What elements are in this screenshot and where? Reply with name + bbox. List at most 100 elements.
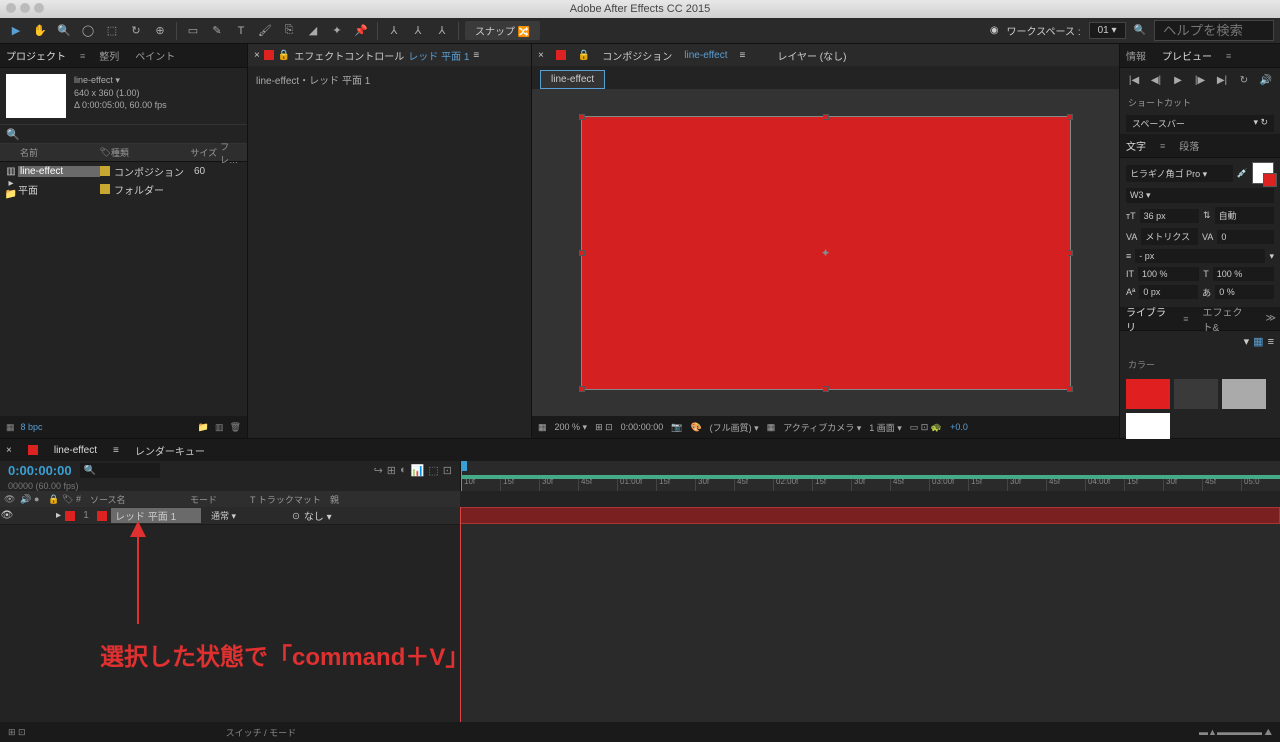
kerning-field[interactable]: メトリクス [1141, 228, 1198, 245]
blend-mode-dropdown[interactable]: 通常 ▾ [211, 509, 261, 522]
anchor-tool-icon[interactable]: ⊕ [150, 21, 170, 41]
new-comp-icon[interactable]: ▥ [215, 422, 224, 433]
tracking-field[interactable]: 0 [1217, 230, 1274, 244]
fill-stroke-swatch[interactable] [1252, 162, 1274, 184]
composition-viewer[interactable]: ✦ [532, 89, 1119, 416]
view-axis-icon[interactable]: ⅄ [432, 21, 452, 41]
mute-icon[interactable]: 🔊 [1258, 72, 1274, 88]
workspace-selector[interactable]: 01 ▾ [1089, 22, 1126, 39]
toggle-switches-icon[interactable]: ⊞ ⊡ [8, 727, 26, 738]
world-axis-icon[interactable]: ⅄ [408, 21, 428, 41]
rectangle-tool-icon[interactable]: ▭ [183, 21, 203, 41]
close-icon[interactable]: × [538, 50, 544, 61]
layer-duration-bar[interactable] [460, 507, 1280, 524]
snapshot-icon[interactable]: 📷 [671, 422, 682, 433]
visibility-toggle[interactable]: 👁 [0, 510, 14, 521]
tab-project[interactable]: プロジェクト [4, 44, 68, 67]
snap-toggle[interactable]: スナップ 🔀 [465, 21, 540, 40]
brush-tool-icon[interactable]: 🖌 [255, 21, 275, 41]
new-folder-icon[interactable]: 📁 [198, 422, 209, 433]
timeline-layer-row[interactable]: 👁 ▸ 1 レッド 平面 1 通常 ▾ ☉ なし ▾ [0, 507, 460, 525]
rotation-tool-icon[interactable]: ↻ [126, 21, 146, 41]
zoom-tool-icon[interactable]: 🔍 [54, 21, 74, 41]
text-tool-icon[interactable]: T [231, 21, 251, 41]
loop-icon[interactable]: ↻ [1236, 72, 1252, 88]
list-view-icon[interactable]: ≡ [1268, 336, 1274, 348]
font-family-dropdown[interactable]: ヒラギノ角ゴ Pro ▾ [1126, 165, 1233, 182]
label-color[interactable] [65, 511, 75, 521]
roto-tool-icon[interactable]: ✦ [327, 21, 347, 41]
last-frame-icon[interactable]: ▶| [1214, 72, 1230, 88]
font-weight-dropdown[interactable]: W3 ▾ [1126, 188, 1274, 203]
tab-preview[interactable]: プレビュー [1160, 44, 1214, 67]
tab-layer[interactable]: レイヤー (なし) [777, 48, 846, 63]
swatch[interactable] [1174, 379, 1218, 409]
first-frame-icon[interactable]: |◀ [1126, 72, 1142, 88]
puppet-tool-icon[interactable]: 📌 [351, 21, 371, 41]
tab-paint[interactable]: ペイント [133, 44, 177, 67]
grid-icon[interactable]: ▦ [767, 422, 776, 433]
tsume-field[interactable]: 0 % [1215, 285, 1274, 299]
play-icon[interactable]: ▶ [1170, 72, 1186, 88]
tab-paragraph[interactable]: 段落 [1177, 134, 1201, 157]
project-item-comp[interactable]: ▥ line-effect コンポジション 60 [0, 162, 247, 180]
zoom-slider[interactable]: ▬▲▬▬▬▬▬ ⛰ [1199, 727, 1272, 738]
channel-icon[interactable]: 🎨 [690, 422, 701, 433]
layer-bounds[interactable]: ✦ [581, 116, 1071, 390]
bpc-toggle[interactable]: 8 bpc [21, 422, 43, 432]
timeline-search-input[interactable] [80, 463, 160, 478]
font-size-field[interactable]: 36 px [1140, 209, 1199, 223]
resolution-icon[interactable]: ⊞ ⊡ [595, 422, 613, 433]
project-search-input[interactable] [20, 129, 241, 140]
hscale-field[interactable]: 100 % [1213, 267, 1274, 281]
pen-tool-icon[interactable]: ✎ [207, 21, 227, 41]
motion-sketch-icon[interactable]: ◉ [990, 25, 999, 36]
shortcut-dropdown[interactable]: スペースバー▾ ↻ [1126, 115, 1274, 132]
alpha-icon[interactable]: ▦ [538, 422, 547, 433]
exposure-value[interactable]: +0.0 [950, 422, 968, 432]
tab-align[interactable]: 整列 [97, 44, 121, 67]
help-search-input[interactable] [1154, 20, 1274, 41]
clone-tool-icon[interactable]: ⎘ [279, 21, 299, 41]
eraser-tool-icon[interactable]: ◢ [303, 21, 323, 41]
interpret-icon[interactable]: ▦ [6, 422, 15, 433]
tab-timeline-comp[interactable]: line-effect [54, 445, 97, 456]
close-icon[interactable]: × [254, 50, 260, 61]
stroke-width-field[interactable]: - px [1135, 249, 1265, 263]
eyedropper-icon[interactable]: 💉 [1237, 168, 1248, 179]
current-time[interactable]: 0:00:00:00 [8, 463, 72, 478]
anchor-point-icon[interactable]: ✦ [820, 246, 830, 260]
pixel-aspect-icon[interactable]: ▭ ⊡ 🐢 [910, 422, 942, 433]
frame-blend-icon[interactable]: ⊞ [387, 464, 396, 477]
timeline-tracks[interactable] [460, 507, 1280, 722]
tab-info[interactable]: 情報 [1124, 44, 1148, 67]
view-dropdown[interactable]: 1 画面 ▾ [869, 421, 902, 434]
vscale-field[interactable]: 100 % [1138, 267, 1199, 281]
tab-render-queue[interactable]: レンダーキュー [135, 443, 205, 458]
time-ruler[interactable]: 10f15f30f45f01:00f15f30f45f02:00f15f30f4… [461, 461, 1280, 491]
tab-effects[interactable]: エフェクト& [1201, 300, 1254, 338]
playhead[interactable] [461, 461, 462, 491]
next-frame-icon[interactable]: |▶ [1192, 72, 1208, 88]
draft3d-icon[interactable]: ⬚ [428, 464, 438, 477]
camera-dropdown[interactable]: アクティブカメラ ▾ [783, 421, 861, 434]
lock-icon[interactable]: 🔒 [278, 50, 290, 61]
switch-mode-toggle[interactable]: スイッチ / モード [226, 726, 297, 739]
active-comp-tab[interactable]: line-effect [540, 70, 605, 89]
camera-tool-icon[interactable]: ⬚ [102, 21, 122, 41]
swatch[interactable] [1126, 379, 1170, 409]
orbit-tool-icon[interactable]: ◯ [78, 21, 98, 41]
tab-character[interactable]: 文字 [1124, 134, 1148, 157]
close-icon[interactable]: × [6, 445, 12, 456]
zoom-dropdown[interactable]: 200 % ▾ [555, 422, 588, 433]
tab-library[interactable]: ライブラリ [1124, 300, 1171, 338]
graph-icon[interactable]: 📊 [411, 464, 425, 477]
swatch[interactable] [1222, 379, 1266, 409]
grid-view-icon[interactable]: ▦ [1253, 335, 1263, 348]
expand-icon[interactable]: ▸ [56, 510, 61, 521]
motion-blur-icon[interactable]: ◐ [400, 464, 407, 477]
baseline-field[interactable]: 0 px [1139, 285, 1198, 299]
leading-field[interactable]: 自動 [1215, 207, 1274, 224]
prev-frame-icon[interactable]: ◀| [1148, 72, 1164, 88]
time-display[interactable]: 0:00:00:00 [621, 422, 664, 432]
